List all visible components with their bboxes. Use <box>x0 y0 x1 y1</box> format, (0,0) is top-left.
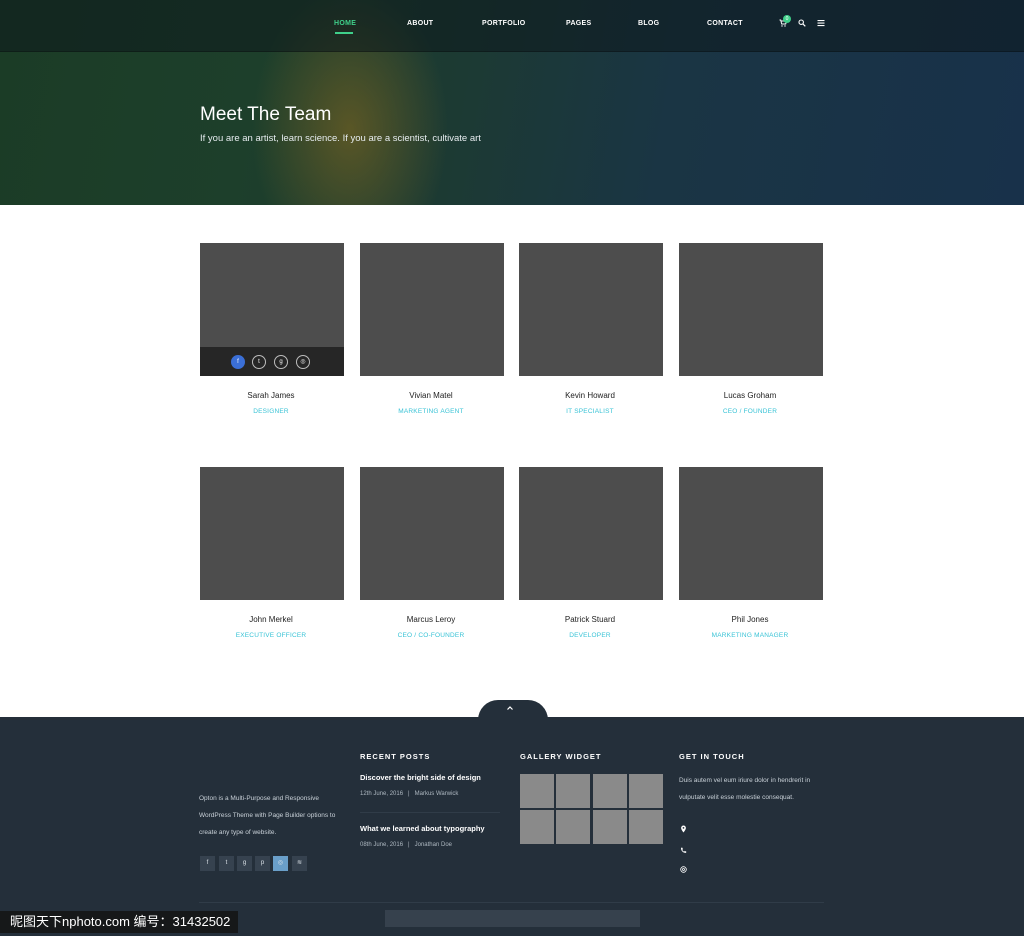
post-author[interactable]: Jonathan Doe <box>415 842 452 848</box>
site-footer <box>0 717 1024 936</box>
gallery-thumb[interactable] <box>556 810 590 844</box>
contact-text: Duis autem vel eum iriure dolor in hendr… <box>679 777 811 801</box>
nav-about[interactable]: ABOUT <box>407 20 433 27</box>
page: HOME ABOUT PORTFOLIO PAGES BLOG CONTACT … <box>0 0 1024 936</box>
recent-post-meta: 12th June, 2016 | Markus Warwick <box>360 791 458 797</box>
nav-pages[interactable]: PAGES <box>566 20 592 27</box>
twitter-icon[interactable]: t <box>252 355 266 369</box>
nav-contact[interactable]: CONTACT <box>707 20 743 27</box>
email-icon <box>680 866 687 875</box>
divider <box>360 812 500 813</box>
facebook-icon[interactable]: f <box>200 856 215 871</box>
team-member-photo[interactable] <box>360 243 504 376</box>
gallery-thumb[interactable] <box>629 810 663 844</box>
nav-home[interactable]: HOME <box>334 20 356 27</box>
team-member-photo[interactable] <box>519 467 663 600</box>
team-member-role: IT SPECIALIST <box>566 408 614 415</box>
instagram-icon[interactable]: ◎ <box>273 856 288 871</box>
post-author[interactable]: Markus Warwick <box>415 791 459 797</box>
nav-portfolio[interactable]: PORTFOLIO <box>482 20 526 27</box>
google-plus-icon[interactable]: g <box>237 856 252 871</box>
hero-banner: HOME ABOUT PORTFOLIO PAGES BLOG CONTACT … <box>0 0 1024 205</box>
gallery-thumb[interactable] <box>629 774 663 808</box>
phone-icon <box>680 847 687 856</box>
gallery-thumb[interactable] <box>520 774 554 808</box>
recent-post-title[interactable]: What we learned about typography <box>360 824 485 833</box>
team-member-name: Sarah James <box>247 391 295 400</box>
nav-blog[interactable]: BLOG <box>638 20 659 27</box>
team-member-name: Phil Jones <box>731 615 769 624</box>
meta-separator: | <box>404 842 413 848</box>
gallery-thumb[interactable] <box>556 774 590 808</box>
team-member-role: EXECUTIVE OFFICER <box>235 632 307 639</box>
team-member-role: MARKETING MANAGER <box>711 632 789 639</box>
team-member-role: MARKETING AGENT <box>398 408 464 415</box>
member-social-bar: f t g ◎ <box>200 347 344 376</box>
post-date: 08th June, 2016 <box>360 842 404 848</box>
menu-icon[interactable] <box>817 19 825 29</box>
top-navbar: HOME ABOUT PORTFOLIO PAGES BLOG CONTACT … <box>0 0 1024 52</box>
post-date: 12th June, 2016 <box>360 791 404 797</box>
gallery-heading: GALLERY WIDGET <box>520 752 602 761</box>
team-member-name: Lucas Groham <box>723 391 777 400</box>
team-member-photo[interactable] <box>200 467 344 600</box>
chevron-up-icon[interactable] <box>506 704 514 714</box>
team-member-photo[interactable] <box>360 467 504 600</box>
team-member-photo[interactable] <box>679 467 823 600</box>
footer-divider <box>199 902 824 903</box>
team-member-name: Vivian Matel <box>409 391 453 400</box>
instagram-icon[interactable]: ◎ <box>296 355 310 369</box>
nav-active-indicator <box>335 32 353 34</box>
team-member-name: Patrick Stuard <box>564 615 616 624</box>
pinterest-icon[interactable]: p <box>255 856 270 871</box>
location-icon <box>680 825 687 835</box>
page-title: Meet The Team <box>200 104 332 125</box>
team-member-role: CEO / FOUNDER <box>722 408 778 415</box>
meta-separator: | <box>404 791 413 797</box>
footer-about-text: Opton is a Multi-Purpose and Responsive … <box>199 795 336 836</box>
recent-posts-heading: RECENT POSTS <box>360 752 431 761</box>
team-member-role: CEO / CO-FOUNDER <box>397 632 465 639</box>
cart-count-badge: 0 <box>783 15 791 23</box>
gallery-thumb[interactable] <box>593 774 627 808</box>
recent-post-meta: 08th June, 2016 | Jonathan Doe <box>360 842 452 848</box>
team-member-name: Kevin Howard <box>565 391 615 400</box>
team-member-role: DESIGNER <box>253 408 289 415</box>
page-subtitle: If you are an artist, learn science. If … <box>200 133 481 144</box>
search-icon[interactable] <box>798 19 806 29</box>
facebook-icon[interactable]: f <box>231 355 245 369</box>
google-plus-icon[interactable]: g <box>274 355 288 369</box>
contact-heading: GET IN TOUCH <box>679 752 745 761</box>
team-member-photo[interactable]: f t g ◎ <box>200 243 344 376</box>
gallery-thumb[interactable] <box>593 810 627 844</box>
gallery-thumb[interactable] <box>520 810 554 844</box>
team-member-photo[interactable] <box>519 243 663 376</box>
team-member-photo[interactable] <box>679 243 823 376</box>
team-member-name: John Merkel <box>249 615 293 624</box>
team-member-name: Marcus Leroy <box>406 615 456 624</box>
copyright-bar <box>385 910 640 927</box>
watermark-text: 昵图天下nphoto.com 编号：31432502 <box>0 911 239 933</box>
twitter-icon[interactable]: t <box>219 856 234 871</box>
team-member-role: DEVELOPER <box>569 632 611 639</box>
recent-post-title[interactable]: Discover the bright side of design <box>360 773 481 782</box>
rss-icon[interactable]: ≋ <box>292 856 307 871</box>
